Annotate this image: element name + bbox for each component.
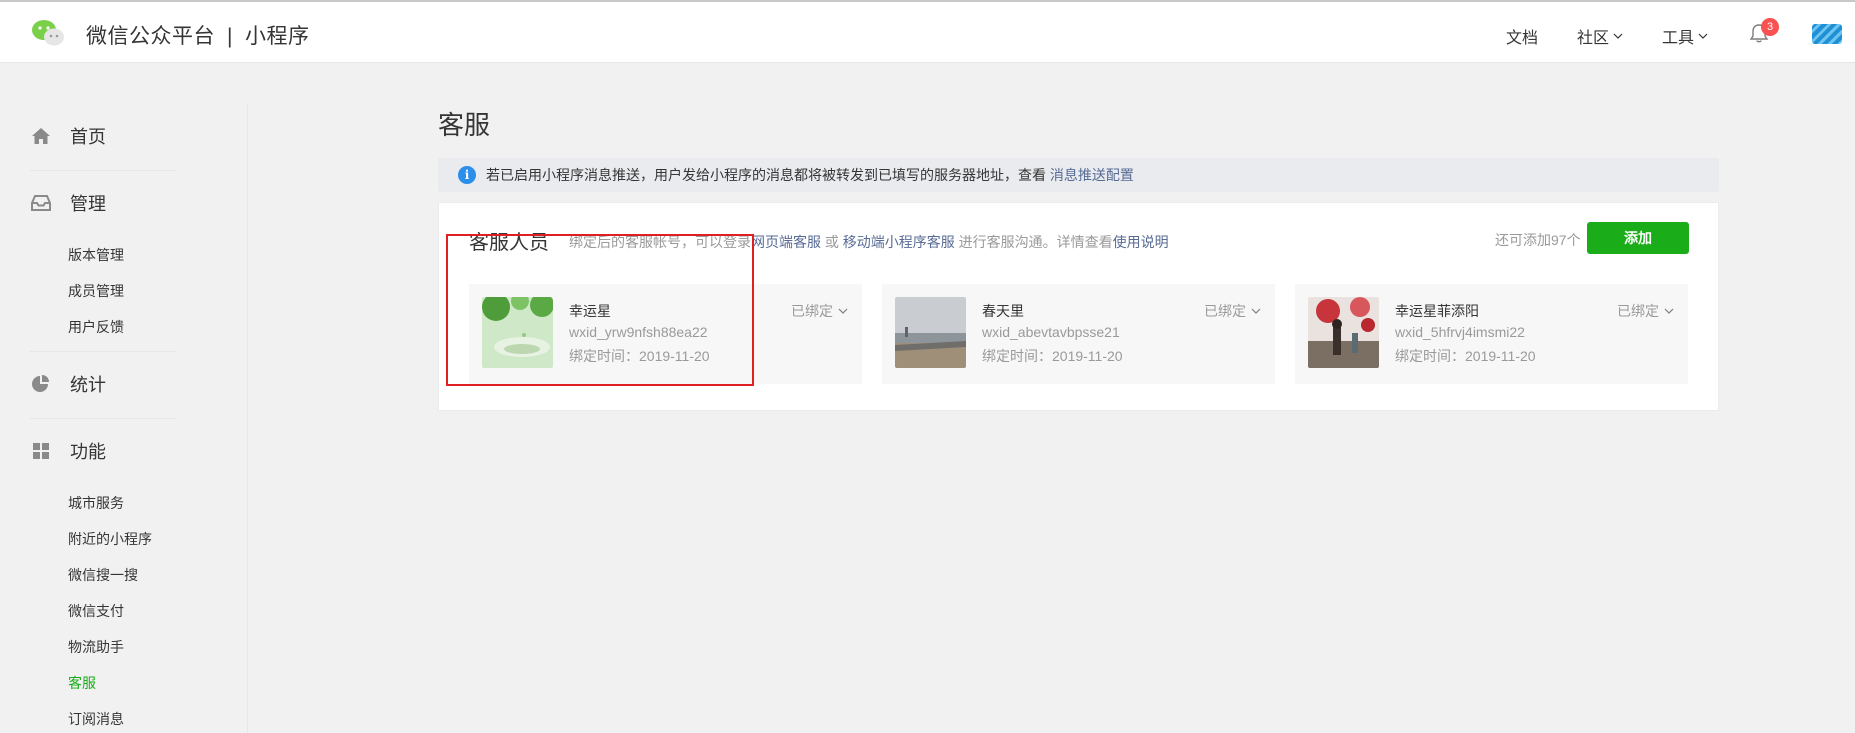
chevron-down-icon: [1698, 33, 1708, 39]
brand-main: 微信公众平台: [86, 25, 215, 48]
sidebar-divider: [30, 170, 177, 171]
sidebar-stats-label: 统计: [70, 375, 106, 395]
nav-tools[interactable]: 工具: [1662, 24, 1708, 48]
user-avatar[interactable]: [1812, 24, 1842, 44]
agent-bind-time: 绑定时间：2019-11-20: [569, 348, 710, 364]
remaining-count: 还可添加97个: [1495, 232, 1581, 248]
agent-wxid: wxid_yrw9nfsh88ea22: [569, 324, 708, 340]
chevron-down-icon: [1251, 308, 1261, 314]
agent-card: 幸运星 wxid_yrw9nfsh88ea22 绑定时间：2019-11-20 …: [469, 284, 862, 384]
top-header: 微信公众平台 | 小程序 文档 社区 工具 3: [0, 2, 1855, 63]
agent-wxid: wxid_abevtavbpsse21: [982, 324, 1120, 340]
sidebar-divider: [30, 418, 177, 419]
agent-status: 已绑定: [1617, 303, 1659, 319]
chevron-down-icon: [1613, 33, 1623, 39]
agent-status: 已绑定: [1204, 303, 1246, 319]
brand-sub: 小程序: [244, 25, 310, 48]
sidebar-item-subscribe[interactable]: 订阅消息: [68, 709, 124, 729]
panel-desc-or: 或: [824, 234, 839, 250]
push-config-link[interactable]: 消息推送配置: [1050, 167, 1134, 183]
sidebar-item-pay[interactable]: 微信支付: [68, 601, 124, 621]
inbox-icon: [31, 195, 51, 211]
agent-bind-time: 绑定时间：2019-11-20: [982, 348, 1123, 364]
sidebar-item-stats[interactable]: 统计: [30, 371, 106, 397]
wechat-logo-icon[interactable]: [30, 18, 66, 48]
sidebar-item-version[interactable]: 版本管理: [68, 245, 124, 265]
grid-icon: [33, 443, 49, 459]
agent-name: 幸运星: [569, 303, 611, 319]
sidebar-item-home[interactable]: 首页: [30, 123, 106, 149]
sidebar-features-label: 功能: [70, 442, 106, 462]
agent-status-dropdown[interactable]: 已绑定: [1204, 301, 1261, 321]
sidebar-item-customer-service[interactable]: 客服: [68, 673, 96, 693]
nav-docs[interactable]: 文档: [1506, 24, 1538, 48]
mobile-service-link[interactable]: 移动端小程序客服: [843, 234, 955, 250]
agent-wxid: wxid_5hfrvj4imsmi22: [1395, 324, 1525, 340]
sidebar-item-manage[interactable]: 管理: [30, 190, 106, 216]
panel-description: 绑定后的客服帐号，可以登录网页端客服 或 移动端小程序客服 进行客服沟通。详情查…: [569, 232, 1169, 252]
sidebar-divider: [30, 351, 177, 352]
web-service-link[interactable]: 网页端客服: [751, 234, 821, 250]
sidebar-item-nearby[interactable]: 附近的小程序: [68, 529, 152, 549]
brand-separator: |: [227, 25, 233, 48]
brand-title: 微信公众平台 | 小程序: [86, 20, 309, 50]
page-title: 客服: [438, 110, 491, 140]
sidebar-item-logistics[interactable]: 物流助手: [68, 637, 124, 657]
chevron-down-icon: [838, 308, 848, 314]
agent-avatar: [895, 297, 966, 368]
sidebar-item-features[interactable]: 功能: [30, 438, 106, 464]
agent-status-dropdown[interactable]: 已绑定: [791, 301, 848, 321]
panel-desc-mid: 进行客服沟通。详情查看: [958, 234, 1113, 250]
notification-badge: 3: [1761, 18, 1779, 36]
agents-panel: 客服人员 绑定后的客服帐号，可以登录网页端客服 或 移动端小程序客服 进行客服沟…: [438, 202, 1719, 411]
agent-avatar: [1308, 297, 1379, 368]
notice-bar: i 若已启用小程序消息推送，用户发给小程序的消息都将被转发到已填写的服务器地址，…: [438, 158, 1719, 192]
help-link[interactable]: 使用说明: [1113, 234, 1169, 250]
sidebar-item-feedback[interactable]: 用户反馈: [68, 317, 124, 337]
pie-chart-icon: [32, 375, 49, 392]
nav-community-label: 社区: [1577, 30, 1610, 47]
nav-tools-label: 工具: [1662, 30, 1695, 47]
info-icon: i: [458, 166, 476, 184]
sidebar-home-label: 首页: [70, 127, 106, 147]
nav-docs-label: 文档: [1506, 30, 1539, 47]
notice-text: 若已启用小程序消息推送，用户发给小程序的消息都将被转发到已填写的服务器地址，查看…: [486, 165, 1134, 185]
agent-status: 已绑定: [791, 303, 833, 319]
nav-community[interactable]: 社区: [1577, 24, 1623, 48]
sidebar-item-members[interactable]: 成员管理: [68, 281, 124, 301]
agent-card: 幸运星菲添阳 wxid_5hfrvj4imsmi22 绑定时间：2019-11-…: [1295, 284, 1688, 384]
sidebar-manage-label: 管理: [70, 194, 106, 214]
panel-desc-prefix: 绑定后的客服帐号，可以登录: [569, 234, 751, 250]
panel-title: 客服人员: [469, 232, 549, 254]
agent-card: 春天里 wxid_abevtavbpsse21 绑定时间：2019-11-20 …: [882, 284, 1275, 384]
chevron-down-icon: [1664, 308, 1674, 314]
home-icon: [32, 128, 50, 144]
agent-name: 春天里: [982, 303, 1024, 319]
agent-status-dropdown[interactable]: 已绑定: [1617, 301, 1674, 321]
agent-avatar: [482, 297, 553, 368]
agent-name: 幸运星菲添阳: [1395, 303, 1479, 319]
sidebar: 首页 管理 版本管理 成员管理 用户反馈 统计 功能 城市服务 附近的小程序 微…: [0, 103, 248, 733]
add-agent-button[interactable]: 添加: [1587, 222, 1689, 254]
sidebar-item-search[interactable]: 微信搜一搜: [68, 565, 138, 585]
agent-bind-time: 绑定时间：2019-11-20: [1395, 348, 1536, 364]
notice-message: 若已启用小程序消息推送，用户发给小程序的消息都将被转发到已填写的服务器地址，查看: [486, 167, 1046, 183]
sidebar-item-city-service[interactable]: 城市服务: [68, 493, 124, 513]
